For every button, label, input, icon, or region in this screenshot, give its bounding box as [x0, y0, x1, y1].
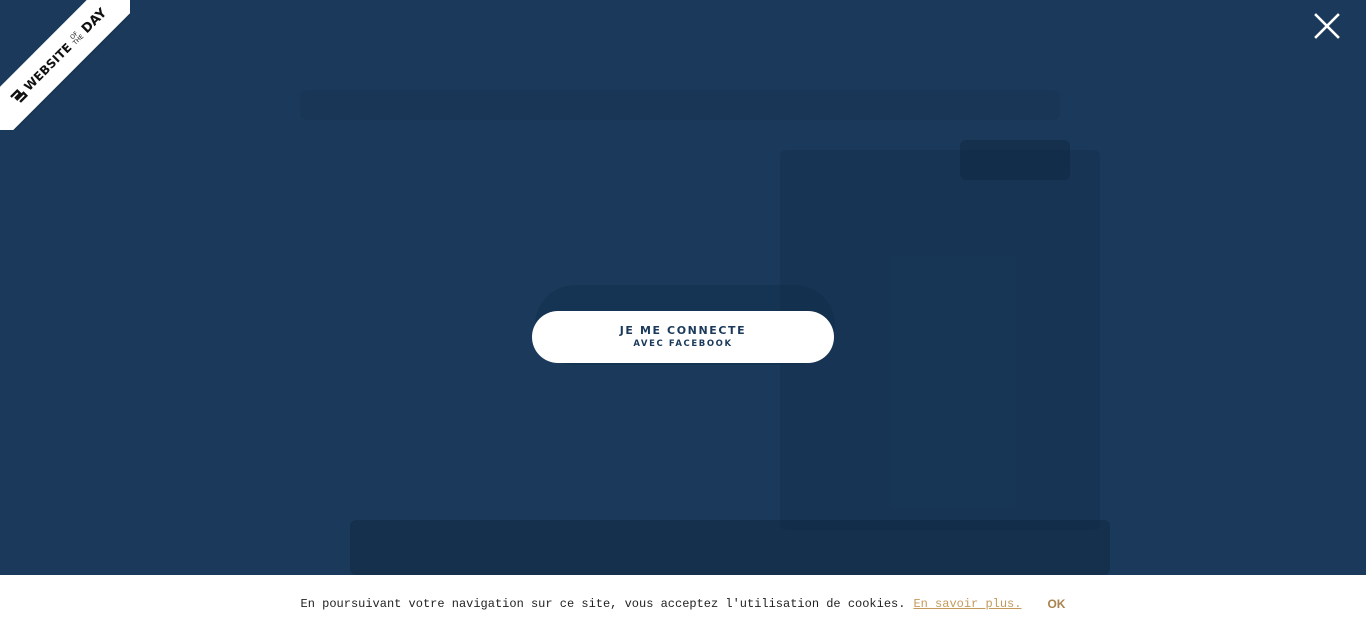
ribbon-band: WEBSITE OF THE DAY [0, 0, 130, 130]
connect-button-sublabel: AVEC FACEBOOK [633, 339, 733, 349]
login-overlay: WEBSITE OF THE DAY JE ME CONNECTE AVEC F… [0, 0, 1366, 633]
background-blur-shape [350, 520, 1110, 575]
cookie-banner: En poursuivant votre navigation sur ce s… [0, 575, 1366, 633]
facebook-connect-button[interactable]: JE ME CONNECTE AVEC FACEBOOK [532, 311, 834, 363]
cookie-notice-text: En poursuivant votre navigation sur ce s… [300, 597, 906, 611]
awwwards-logo-icon [9, 87, 29, 107]
close-icon [1314, 13, 1340, 39]
learn-more-link[interactable]: En savoir plus. [913, 597, 1021, 611]
cookie-ok-button[interactable]: OK [1047, 597, 1065, 611]
background-blur-shape [960, 140, 1070, 180]
website-of-the-day-ribbon[interactable]: WEBSITE OF THE DAY [0, 0, 130, 130]
ribbon-day-label: DAY [78, 5, 110, 37]
ribbon-website-label: WEBSITE [21, 40, 75, 94]
background-blur-shape [300, 90, 1060, 120]
ribbon-of-the-label: OF THE [68, 30, 85, 46]
close-button[interactable] [1314, 13, 1340, 39]
connect-button-label: JE ME CONNECTE [619, 324, 747, 337]
